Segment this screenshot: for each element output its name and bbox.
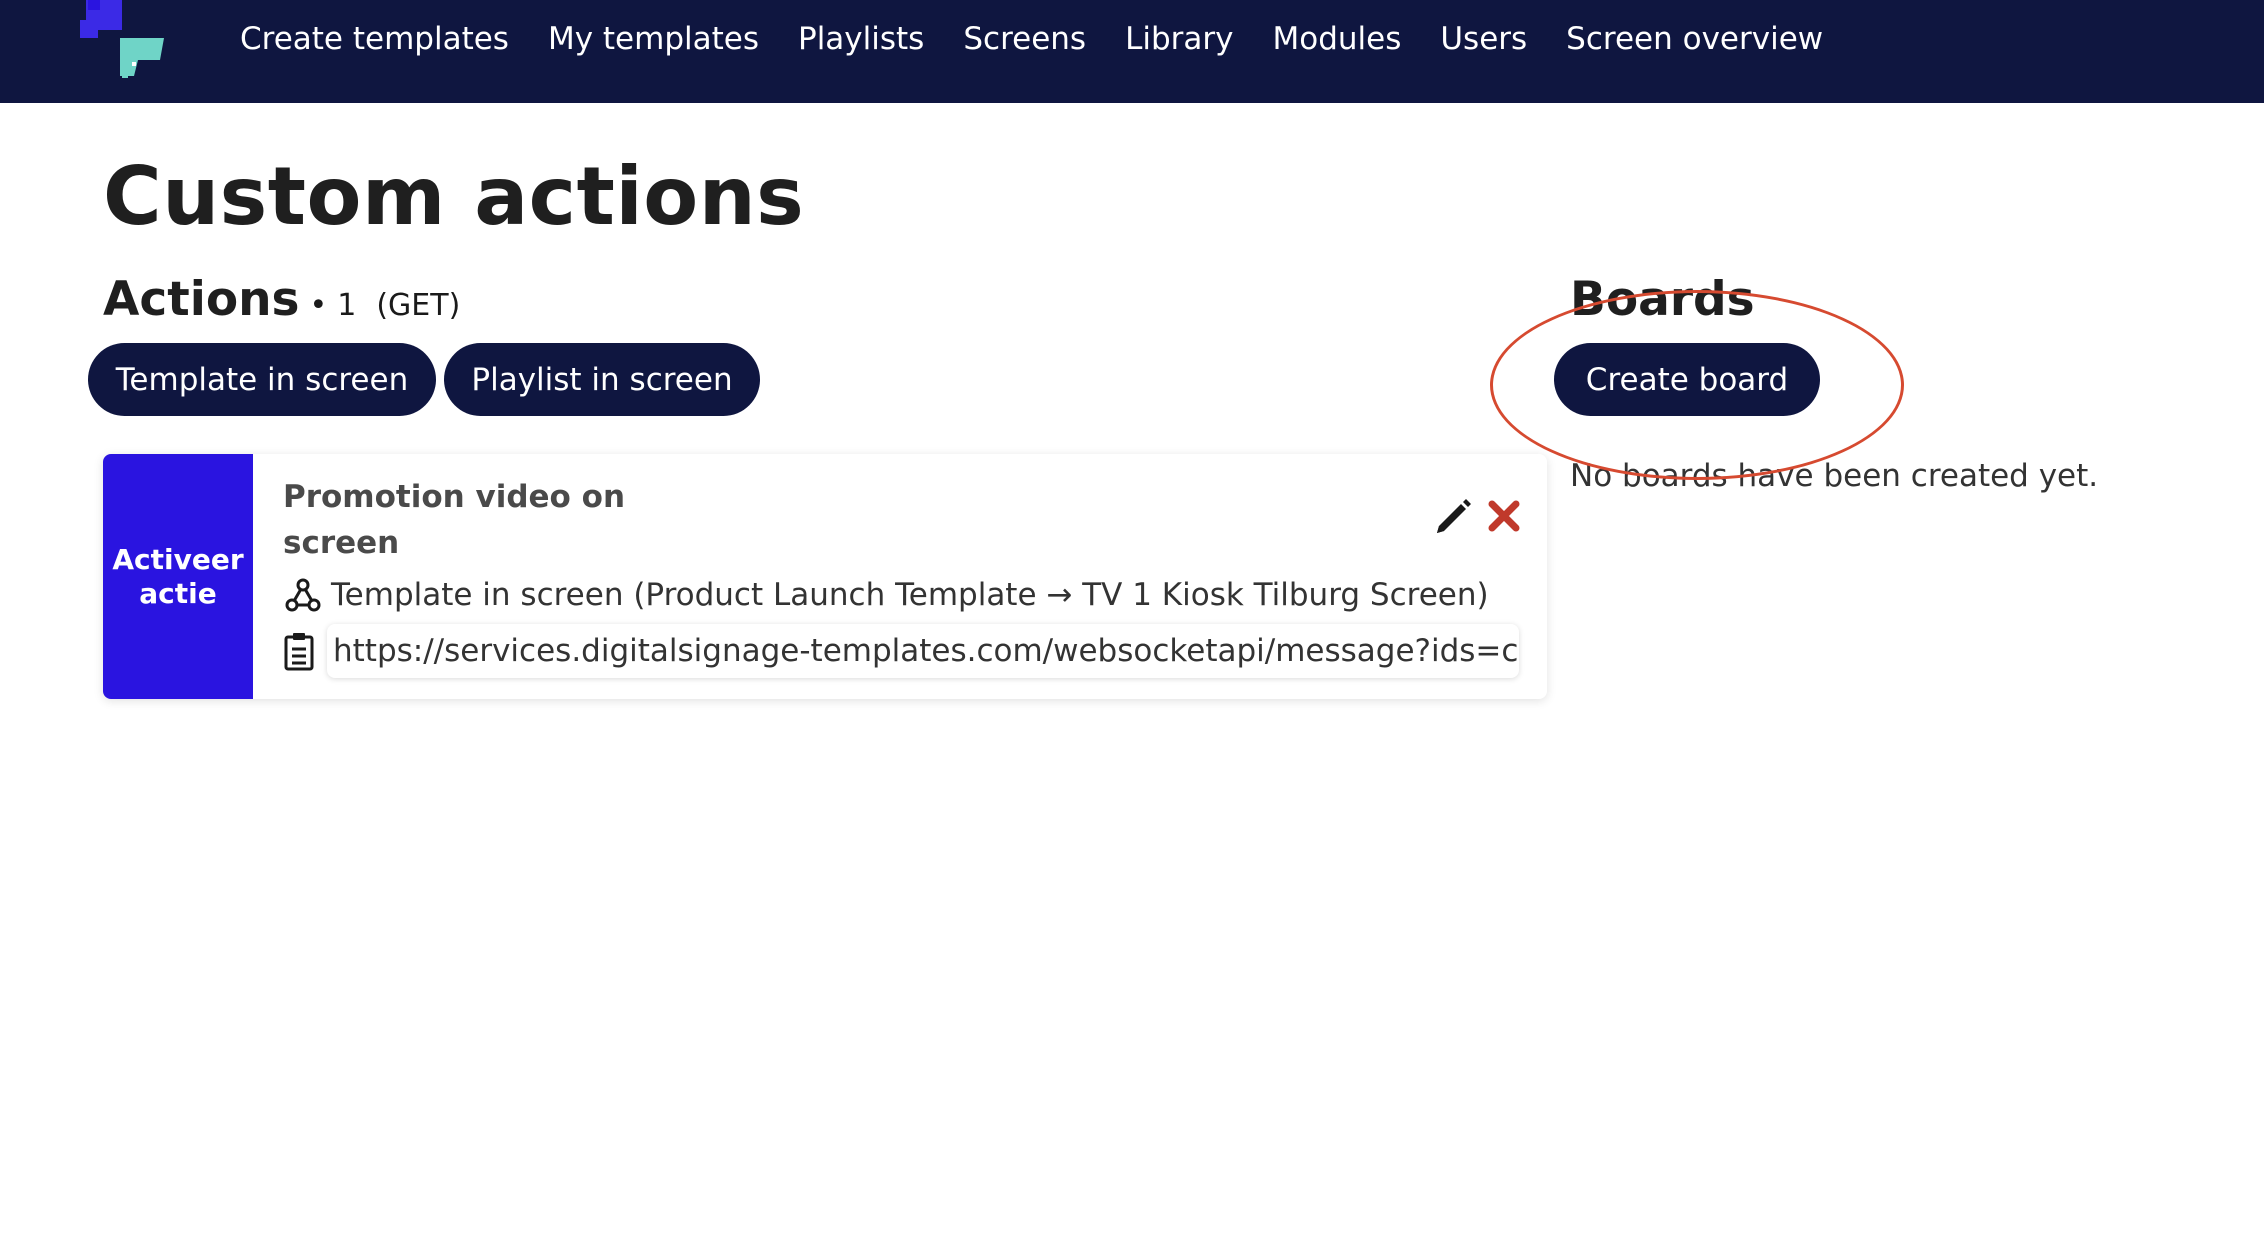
- clipboard-icon[interactable]: [283, 631, 315, 671]
- pencil-icon[interactable]: [1433, 496, 1473, 536]
- boards-heading: Boards: [1570, 272, 1755, 327]
- nav-menu: Create templates My templates Playlists …: [240, 0, 1862, 78]
- actions-heading: Actions • 1 (GET): [103, 272, 460, 327]
- activate-action-button[interactable]: Activeer actie: [103, 454, 253, 699]
- action-url-row: https://services.digitalsignage-template…: [283, 624, 1519, 678]
- app-logo[interactable]: [80, 0, 170, 82]
- nav-item-library[interactable]: Library: [1125, 21, 1233, 57]
- boards-empty-text: No boards have been created yet.: [1570, 458, 2099, 494]
- actions-title: Actions: [103, 272, 300, 327]
- template-in-screen-button[interactable]: Template in screen: [88, 343, 436, 416]
- playlist-in-screen-button[interactable]: Playlist in screen: [444, 343, 760, 416]
- close-x-icon[interactable]: [1486, 498, 1522, 534]
- nav-item-modules[interactable]: Modules: [1272, 21, 1401, 57]
- nav-item-playlists[interactable]: Playlists: [798, 21, 924, 57]
- action-card: Activeer actie Promotion video on screen…: [103, 454, 1547, 699]
- top-navigation: Create templates My templates Playlists …: [0, 0, 2264, 103]
- create-board-button[interactable]: Create board: [1554, 343, 1820, 416]
- nav-item-screen-overview[interactable]: Screen overview: [1566, 21, 1823, 57]
- nav-item-users[interactable]: Users: [1440, 21, 1527, 57]
- actions-count: 1: [337, 288, 357, 323]
- nav-item-screens[interactable]: Screens: [963, 21, 1086, 57]
- actions-separator: •: [309, 288, 328, 323]
- action-type-row: Template in screen (Product Launch Templ…: [283, 572, 1489, 618]
- actions-method: (GET): [376, 288, 461, 323]
- action-type-text: Template in screen (Product Launch Templ…: [331, 577, 1489, 613]
- webhook-icon: [285, 578, 321, 612]
- action-title: Promotion video on screen: [283, 479, 626, 561]
- action-url-field[interactable]: https://services.digitalsignage-template…: [327, 624, 1519, 678]
- nav-item-create-templates[interactable]: Create templates: [240, 21, 509, 57]
- page-title: Custom actions: [103, 150, 805, 243]
- nav-item-my-templates[interactable]: My templates: [548, 21, 759, 57]
